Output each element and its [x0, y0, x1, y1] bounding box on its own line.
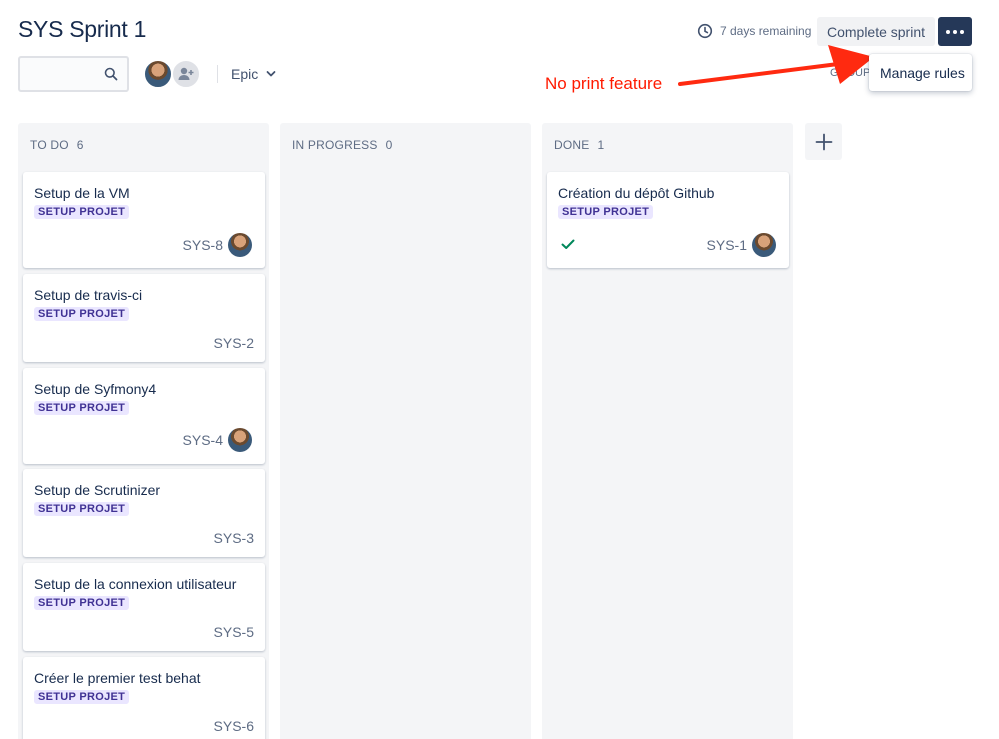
check-icon: [561, 239, 575, 249]
assignee-avatar: [228, 233, 252, 257]
column-name: DONE: [554, 138, 590, 152]
issue-key: SYS-5: [213, 624, 254, 640]
issue-key: SYS-2: [213, 335, 254, 351]
issue-key: SYS-1: [706, 237, 747, 253]
issue-title: Setup de travis-ci: [34, 287, 143, 303]
search-input[interactable]: [18, 56, 129, 92]
assignee-avatar: [752, 233, 776, 257]
issue-card[interactable]: Setup de Syfmony4 SETUP PROJET SYS-4: [23, 368, 265, 464]
chevron-down-icon: [266, 71, 276, 77]
column-name: TO DO: [30, 138, 69, 152]
manage-rules-menu-item[interactable]: Manage rules: [869, 54, 972, 91]
avatar[interactable]: [143, 59, 173, 89]
issue-card[interactable]: Setup de Scrutinizer SETUP PROJET SYS-3: [23, 469, 265, 557]
add-people-button[interactable]: [171, 59, 201, 89]
issue-key: SYS-4: [182, 432, 223, 448]
issue-key: SYS-6: [213, 718, 254, 734]
issue-title: Setup de Scrutinizer: [34, 482, 161, 498]
add-user-icon: [178, 67, 194, 80]
complete-sprint-button[interactable]: Complete sprint: [817, 17, 935, 46]
dot-icon: [960, 29, 964, 34]
issue-card[interactable]: Création du dépôt Github SETUP PROJET SY…: [547, 172, 789, 268]
issue-key: SYS-3: [213, 530, 254, 546]
epic-badge: SETUP PROJET: [34, 205, 130, 219]
dot-icon: [953, 29, 957, 34]
sprint-remaining: 7 days remaining: [697, 23, 811, 39]
epic-badge: SETUP PROJET: [34, 690, 130, 704]
assignee-avatar: [228, 428, 252, 452]
column-header: TO DO 6: [30, 138, 84, 152]
dot-icon: [946, 29, 950, 34]
epic-badge: SETUP PROJET: [34, 307, 130, 321]
issue-title: Setup de la VM: [34, 185, 130, 201]
epic-badge: SETUP PROJET: [34, 502, 130, 516]
issue-card[interactable]: Créer le premier test behat SETUP PROJET…: [23, 657, 265, 739]
epic-filter-dropdown[interactable]: Epic: [231, 66, 276, 82]
column-done: DONE 1 Création du dépôt Github SETUP PR…: [542, 123, 793, 739]
clock-icon: [697, 23, 713, 39]
epic-badge: SETUP PROJET: [558, 205, 654, 219]
column-count: 0: [385, 138, 393, 152]
issue-title: Créer le premier test behat: [34, 670, 201, 686]
page-title: SYS Sprint 1: [18, 16, 147, 42]
add-column-button[interactable]: [805, 123, 842, 160]
column-todo: TO DO 6 Setup de la VM SETUP PROJET SYS-…: [18, 123, 269, 739]
column-in-progress: IN PROGRESS 0: [280, 123, 531, 739]
remaining-text: 7 days remaining: [720, 24, 812, 38]
issue-title: Création du dépôt Github: [558, 185, 715, 201]
issue-title: Setup de Syfmony4: [34, 381, 157, 397]
more-actions-button[interactable]: [938, 17, 972, 46]
column-header: DONE 1: [554, 138, 604, 152]
divider: [217, 65, 218, 83]
epic-badge: SETUP PROJET: [34, 596, 130, 610]
issue-card[interactable]: Setup de la connexion utilisateur SETUP …: [23, 563, 265, 651]
issue-card[interactable]: Setup de la VM SETUP PROJET SYS-8: [23, 172, 265, 268]
search-icon: [104, 67, 118, 81]
column-count: 1: [597, 138, 605, 152]
annotation-text: No print feature: [545, 74, 663, 93]
issue-card[interactable]: Setup de travis-ci SETUP PROJET SYS-2: [23, 274, 265, 362]
issue-title: Setup de la connexion utilisateur: [34, 576, 237, 592]
column-header: IN PROGRESS 0: [292, 138, 392, 152]
column-name: IN PROGRESS: [292, 138, 378, 152]
epic-filter-label: Epic: [231, 66, 259, 82]
column-count: 6: [76, 138, 84, 152]
plus-icon: [815, 133, 832, 150]
issue-key: SYS-8: [182, 237, 223, 253]
epic-badge: SETUP PROJET: [34, 401, 130, 415]
